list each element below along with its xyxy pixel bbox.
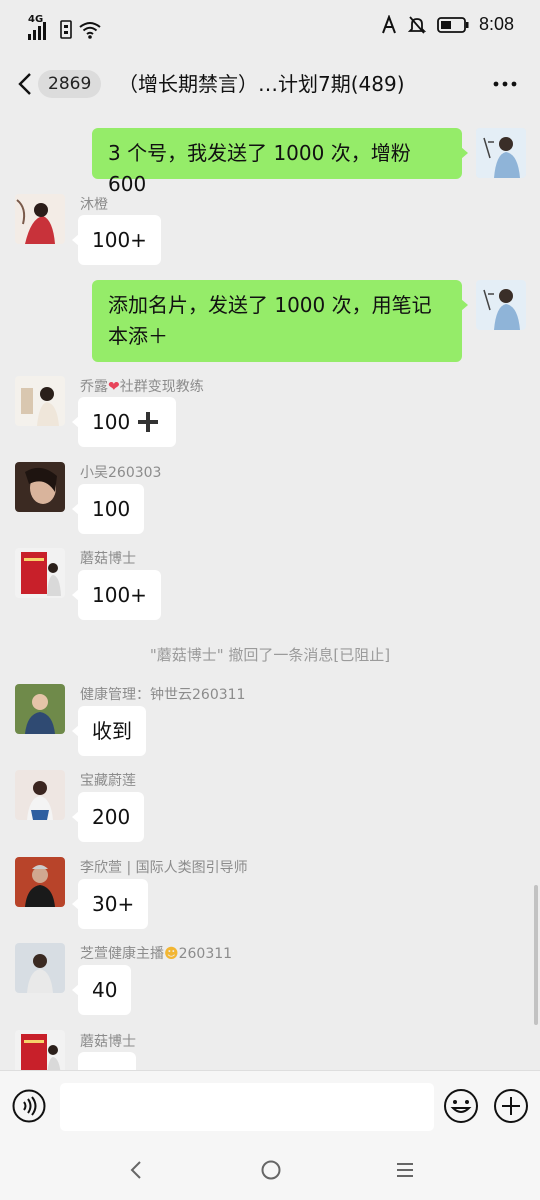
avatar-self[interactable] (476, 128, 526, 178)
sender-name: 沐橙 (80, 197, 108, 213)
avatar-baozang[interactable] (15, 770, 65, 820)
sender-name: 芝萱健康主播☻260311 (80, 946, 233, 962)
wifi-icon (79, 22, 101, 39)
emoji-icon[interactable] (443, 1088, 479, 1124)
system-home-icon[interactable] (260, 1159, 282, 1181)
sender-name: 蘑菇博士 (80, 1034, 136, 1050)
message-input[interactable] (60, 1083, 434, 1131)
avatar-mogu[interactable] (15, 1030, 65, 1070)
sent-message[interactable]: 添加名片，发送了 1000 次，用笔记本添＋ (92, 280, 468, 362)
avatar-zhongshiyun[interactable] (15, 684, 65, 734)
message-text: 40 (92, 978, 118, 1002)
voice-input-icon[interactable] (12, 1089, 46, 1123)
message-text: 3 个号，我发送了 1000 次，增粉 600 (108, 141, 411, 196)
avatar-self[interactable] (476, 280, 526, 330)
avatar-lixinxuan[interactable] (15, 857, 65, 907)
system-nav-bar (0, 1140, 540, 1200)
avatar-xiaowu[interactable] (15, 462, 65, 512)
received-message[interactable]: 30+ (71, 879, 149, 929)
scrollbar[interactable] (534, 885, 538, 1025)
network-type: 4G (28, 14, 44, 25)
message-text: 收到 (92, 719, 132, 743)
status-bar: 4G 8:08 (0, 0, 540, 54)
avatar-mogu[interactable] (15, 548, 65, 598)
heart-icon: ❤ (108, 379, 120, 395)
sender-name: 李欣萱 | 国际人类图引导师 (80, 860, 248, 876)
message-text: 100 (92, 410, 131, 434)
avatar-muchen[interactable] (15, 194, 65, 244)
sender-name: 健康管理：钟世云260311 (80, 687, 246, 703)
received-message[interactable]: 100+ (72, 570, 161, 620)
received-message[interactable]: 200 (71, 792, 145, 842)
received-message[interactable]: 收到 (72, 706, 146, 756)
more-options-icon[interactable] (492, 74, 518, 94)
back-arrow-icon[interactable] (14, 70, 40, 98)
message-text: 200 (92, 805, 131, 829)
message-text: 100 (92, 497, 131, 521)
battery-icon (437, 16, 469, 33)
sim-icon (60, 20, 72, 39)
recall-notice: "蘑菇博士" 撤回了一条消息[已阻止] (149, 646, 391, 664)
received-message[interactable]: 100 (71, 484, 145, 534)
system-back-icon[interactable] (126, 1158, 146, 1182)
clock: 8:08 (478, 14, 514, 34)
avatar-zhixuan[interactable] (15, 943, 65, 993)
sender-name: 乔露❤社群变现教练 (80, 379, 204, 395)
message-text: 100+ (92, 583, 147, 607)
nfc-icon (382, 14, 396, 33)
sender-name: 宝藏蔚莲 (80, 773, 136, 789)
mute-bell-icon (407, 15, 427, 34)
chat-title: （增长期禁言）…计划7期(489) (118, 72, 405, 96)
received-message[interactable]: 100 (72, 397, 176, 447)
received-message[interactable] (78, 1052, 136, 1070)
smile-emoji-icon: ☻ (164, 946, 179, 962)
message-text: 30+ (92, 892, 135, 916)
plus-icon (138, 412, 158, 432)
message-text: 添加名片，发送了 1000 次，用笔记本添＋ (108, 293, 432, 348)
unread-count-badge[interactable]: 2869 (38, 70, 102, 98)
sent-message[interactable]: 3 个号，我发送了 1000 次，增粉 600 (92, 128, 468, 196)
avatar-qiaolu[interactable] (15, 376, 65, 426)
chat-header: 2869 （增长期禁言）…计划7期(489) (0, 54, 540, 114)
message-list[interactable]: 3 个号，我发送了 1000 次，增粉 600 沐橙 100+ 添加名片，发送了… (0, 114, 540, 1070)
system-menu-icon[interactable] (396, 1161, 414, 1179)
more-actions-icon[interactable] (493, 1088, 529, 1124)
sender-name: 小吴260303 (80, 465, 162, 481)
sender-name: 蘑菇博士 (80, 551, 136, 567)
received-message[interactable]: 100+ (72, 215, 161, 265)
input-bar (0, 1070, 540, 1141)
received-message[interactable]: 40 (71, 965, 132, 1015)
message-text: 100+ (92, 228, 147, 252)
